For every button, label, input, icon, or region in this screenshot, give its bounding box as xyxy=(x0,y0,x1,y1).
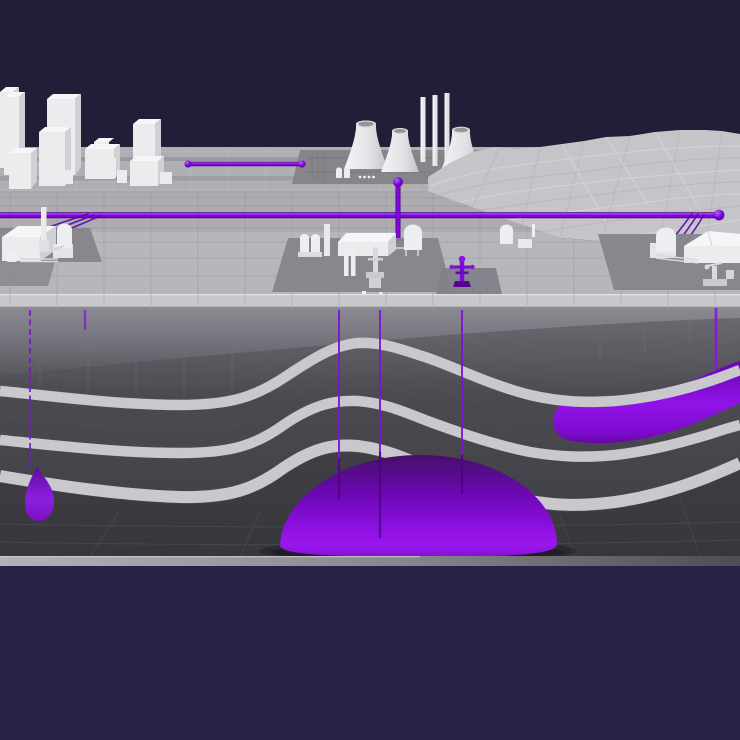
small-tank xyxy=(6,252,18,262)
city-building xyxy=(130,156,164,186)
small-box xyxy=(518,239,532,248)
distillation-column xyxy=(344,250,349,276)
pipe-endcap xyxy=(298,160,305,167)
plant-building-roof xyxy=(338,233,396,242)
lamp-post xyxy=(532,224,535,237)
city-building xyxy=(160,172,172,184)
storage-tank xyxy=(656,228,676,253)
pipe-joint-ball xyxy=(393,177,403,187)
pipeline-endcap xyxy=(714,210,725,221)
pipe-endcap xyxy=(184,160,191,167)
basement-bottom-edge xyxy=(0,556,740,566)
city-building xyxy=(117,170,127,183)
city-building xyxy=(9,148,37,189)
scene-canvas xyxy=(0,0,740,740)
warehouse xyxy=(684,246,740,263)
subsurface xyxy=(0,294,740,566)
3d-subsurface-storage-scene xyxy=(0,0,740,740)
city-building xyxy=(104,158,116,178)
slab-front-edge xyxy=(0,294,740,308)
storage-tank xyxy=(404,225,422,251)
lower-background xyxy=(0,566,740,740)
facility-smokestack xyxy=(324,224,330,256)
facility-right xyxy=(598,228,740,291)
storage-tank xyxy=(57,224,72,248)
distillation-column xyxy=(351,252,356,276)
city-building xyxy=(60,170,73,184)
small-silo xyxy=(500,225,513,244)
smokestacks xyxy=(421,93,450,168)
